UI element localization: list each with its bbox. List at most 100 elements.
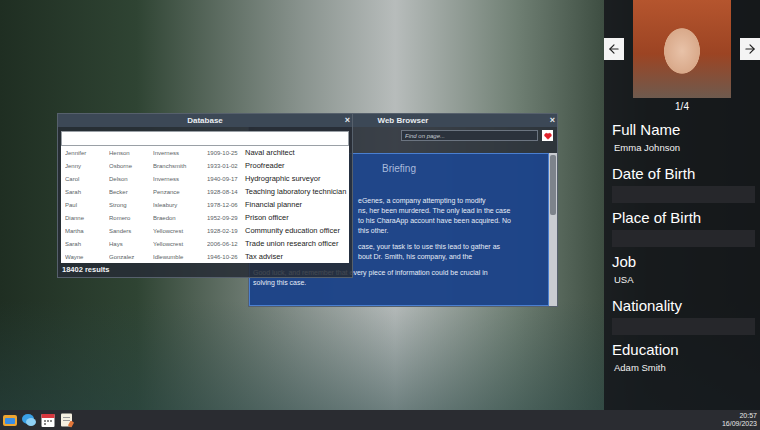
date-cell: 1928-08-14	[207, 189, 245, 195]
date-cell: 1928-02-19	[207, 228, 245, 234]
profile-field: EducationAdam Smith	[604, 341, 760, 380]
job-cell: Teaching laboratory technician	[245, 187, 346, 196]
scroll-thumb[interactable]	[550, 155, 556, 215]
find-input[interactable]	[401, 130, 538, 141]
table-row[interactable]: CarolDelsonInverness1940-09-17Hydrograph…	[61, 172, 349, 185]
table-row[interactable]: DianneRomeroBraedon1952-09-29Prison offi…	[61, 211, 349, 224]
first-name-cell: Jenny	[65, 163, 109, 169]
date-cell: 1909-10-25	[207, 150, 245, 156]
field-value[interactable]: USA	[612, 274, 755, 286]
last-name-cell: Osborne	[109, 163, 153, 169]
profile-field: Full Name Emma Johnson	[604, 121, 760, 160]
last-name-cell: Delson	[109, 176, 153, 182]
field-label: Place of Birth	[612, 209, 755, 227]
portrait-photo	[633, 0, 731, 98]
chat-icon[interactable]	[21, 412, 37, 428]
taskbar: 20:5716/09/2023	[0, 410, 760, 430]
city-cell: Yellowcrest	[153, 228, 207, 234]
first-name-cell: Carol	[65, 176, 109, 182]
city-cell: Inverness	[153, 150, 207, 156]
city-cell: Branchsmith	[153, 163, 207, 169]
job-cell: Proofreader	[245, 161, 345, 170]
date-cell: 1940-09-17	[207, 176, 245, 182]
favorite-button[interactable]	[542, 130, 553, 141]
first-name-cell: Sarah	[65, 241, 109, 247]
arrow-left-icon	[607, 42, 621, 56]
scrollbar[interactable]	[549, 153, 557, 306]
window-title: Web Browser	[378, 116, 429, 125]
last-name-cell: Romero	[109, 215, 153, 221]
last-name-cell: Gonzalez	[109, 254, 153, 260]
table-row[interactable]: WayneGonzalezIdlewumble1946-10-26Tax adv…	[61, 250, 349, 263]
results-table: JenniferHensonInverness1909-10-25Naval a…	[61, 146, 349, 263]
portrait-row	[604, 0, 760, 98]
field-label: Job	[612, 253, 755, 271]
first-name-cell: Paul	[65, 202, 109, 208]
database-body: JenniferHensonInverness1909-10-25Naval a…	[58, 127, 352, 277]
clock-time: 20:57	[739, 412, 757, 420]
field-label: Nationality	[612, 297, 755, 315]
clock: 20:5716/09/2023	[722, 412, 757, 428]
first-name-cell: Martha	[65, 228, 109, 234]
notes-icon[interactable]	[59, 412, 75, 428]
empty-field-box[interactable]	[612, 186, 755, 203]
date-cell: 2006-06-12	[207, 241, 245, 247]
field-value[interactable]: Emma Johnson	[612, 142, 755, 154]
field-value[interactable]: Adam Smith	[612, 362, 755, 374]
city-cell: Isleabury	[153, 202, 207, 208]
last-name-cell: Becker	[109, 189, 153, 195]
window-title: Database	[187, 116, 223, 125]
last-name-cell: Strong	[109, 202, 153, 208]
date-cell: 1952-09-29	[207, 215, 245, 221]
results-count: 18402 results	[61, 263, 349, 277]
field-label: Full Name	[612, 121, 755, 139]
files-icon[interactable]	[2, 412, 18, 428]
next-button[interactable]	[740, 38, 760, 60]
city-cell: Yellowcrest	[153, 241, 207, 247]
briefing-line: solving this case.	[252, 278, 546, 288]
database-title-bar[interactable]: Database ×	[58, 114, 352, 127]
calendar-icon[interactable]	[40, 412, 56, 428]
job-cell: Hydrographic surveyor	[245, 174, 345, 183]
first-name-cell: Jennifer	[65, 150, 109, 156]
profile-panel: 1/4Full Name Emma Johnson Date of Birth Pla…	[604, 0, 760, 410]
last-name-cell: Sanders	[109, 228, 153, 234]
job-cell: Naval architect	[245, 148, 345, 157]
last-name-cell: Hays	[109, 241, 153, 247]
clock-date: 16/09/2023	[722, 420, 757, 428]
field-label: Date of Birth	[612, 165, 755, 183]
city-cell: Braedon	[153, 215, 207, 221]
empty-field-box[interactable]	[612, 230, 755, 247]
previous-button[interactable]	[604, 38, 624, 60]
date-cell: 1978-12-06	[207, 202, 245, 208]
last-name-cell: Henson	[109, 150, 153, 156]
main-area: Web Browser×BriefingeGenes, a company at…	[0, 0, 760, 410]
first-name-cell: Dianne	[65, 215, 109, 221]
job-cell: Tax adviser	[245, 252, 345, 261]
profile-counter: 1/4	[604, 98, 760, 121]
table-row[interactable]: JenniferHensonInverness1909-10-25Naval a…	[61, 146, 349, 159]
close-button[interactable]: ×	[550, 114, 555, 126]
city-cell: Idlewumble	[153, 254, 207, 260]
search-input[interactable]	[61, 131, 349, 146]
table-row[interactable]: PaulStrongIsleabury1978-12-06Financial p…	[61, 198, 349, 211]
table-row[interactable]: JennyOsborneBranchsmith1933-01-02Proofre…	[61, 159, 349, 172]
heart-icon	[544, 132, 552, 140]
app-icons	[2, 412, 75, 428]
job-cell: Prison officer	[245, 213, 345, 222]
job-cell: Trade union research officer	[245, 239, 345, 248]
city-cell: Inverness	[153, 176, 207, 182]
database-window[interactable]: Database×JenniferHensonInverness1909-10-…	[57, 113, 353, 278]
profile-field: Date of Birth	[604, 165, 760, 204]
game-screen: Web Browser×BriefingeGenes, a company at…	[0, 0, 760, 430]
city-cell: Penzance	[153, 189, 207, 195]
profile-field: Job USA	[604, 253, 760, 292]
table-row[interactable]: SarahHaysYellowcrest2006-06-12Trade unio…	[61, 237, 349, 250]
table-row[interactable]: MarthaSandersYellowcrest1928-02-19Commun…	[61, 224, 349, 237]
empty-field-box[interactable]	[612, 318, 755, 335]
job-cell: Financial planner	[245, 200, 345, 209]
table-row[interactable]: SarahBeckerPenzance1928-08-14Teaching la…	[61, 185, 349, 198]
close-button[interactable]: ×	[345, 114, 350, 126]
desktop: Web Browser×BriefingeGenes, a company at…	[0, 0, 604, 410]
date-cell: 1946-10-26	[207, 254, 245, 260]
